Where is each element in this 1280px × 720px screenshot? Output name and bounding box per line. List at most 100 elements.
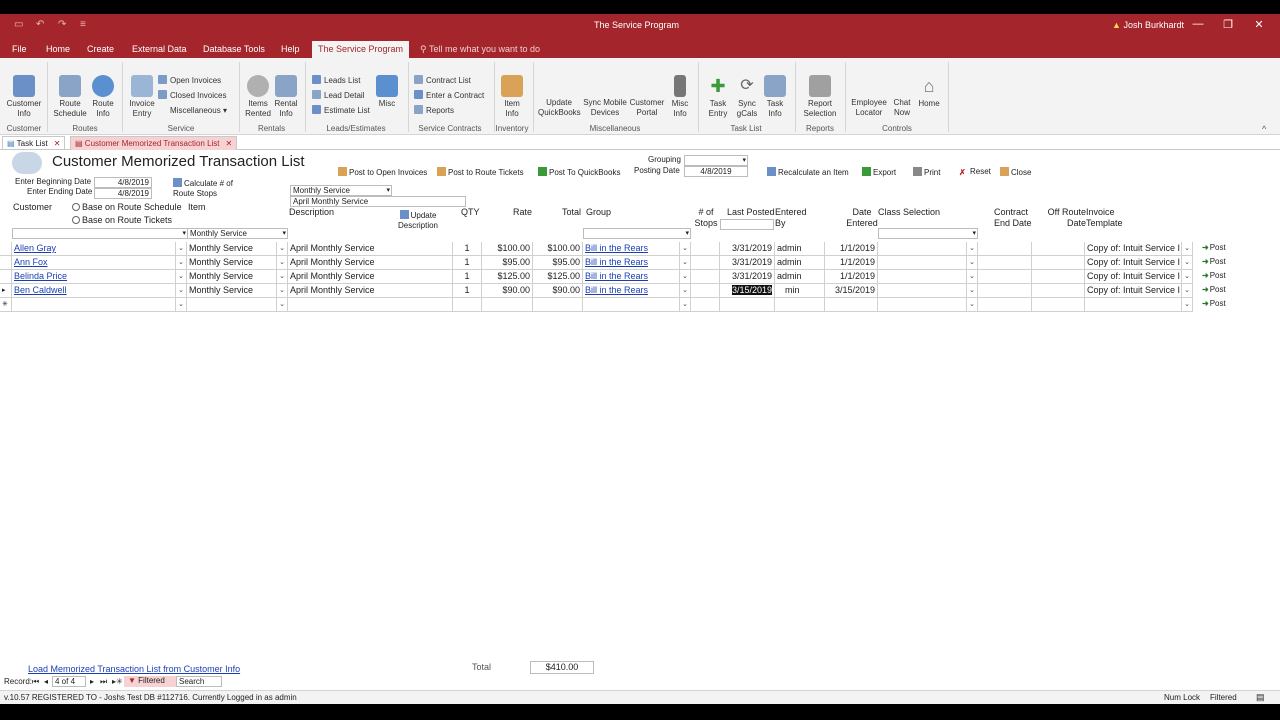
tell-me-search[interactable]: ⚲ Tell me what you want to do [420,44,540,55]
recalculate-button[interactable]: Recalculate an Item [767,167,849,177]
close-tab-icon[interactable]: ✕ [54,139,61,148]
new-description-cell[interactable] [288,298,453,312]
chevron-down-icon[interactable]: ⌄ [680,242,691,256]
open-invoices-button[interactable]: Open Invoices [158,74,221,87]
record-position-field[interactable]: 4 of 4 [52,676,86,687]
class-cell[interactable] [878,242,967,256]
chevron-down-icon[interactable]: ⌄ [967,256,978,270]
rate-cell[interactable]: $125.00 [482,270,533,284]
base-route-schedule-radio[interactable]: Base on Route Schedule [72,202,182,212]
new-qty-cell[interactable] [453,298,482,312]
new-record-icon[interactable]: ▸✳ [112,677,123,686]
row-post-button[interactable]: ➜Post [1202,257,1226,266]
closed-invoices-button[interactable]: Closed Invoices [158,89,226,102]
last-posted-cell[interactable]: 3/15/2019 [720,284,775,298]
next-record-icon[interactable]: ▸ [90,677,94,686]
class-filter[interactable]: ▾ [878,228,978,239]
route-schedule-button[interactable]: Route Schedule [52,75,88,119]
new-contract-end-cell[interactable] [978,298,1032,312]
tab-help[interactable]: Help [275,41,306,58]
item-info-button[interactable]: Item Info [498,75,526,119]
chevron-down-icon[interactable]: ⌄ [967,284,978,298]
post-route-tickets-button[interactable]: Post to Route Tickets [437,167,524,177]
customer-link[interactable]: Ben Caldwell [14,285,67,295]
chevron-down-icon[interactable]: ⌄ [967,270,978,284]
class-cell[interactable] [878,284,967,298]
class-cell[interactable] [878,256,967,270]
invoice-template-cell[interactable]: Copy of: Intuit Service I [1085,256,1182,270]
export-button[interactable]: Export [862,167,896,177]
chevron-down-icon[interactable]: ⌄ [176,298,187,312]
group-link[interactable]: Bill in the Rears [585,271,648,281]
post-open-invoices-button[interactable]: Post to Open Invoices [338,167,427,177]
lead-detail-button[interactable]: Lead Detail [312,89,364,102]
ending-date-field[interactable]: 4/8/2019 [94,188,152,199]
print-button[interactable]: Print [913,167,940,177]
close-tab-icon[interactable]: ✕ [226,139,233,148]
contract-list-button[interactable]: Contract List [414,74,471,87]
miscellaneous-dropdown[interactable]: Miscellaneous ▾ [170,104,227,117]
task-info-button[interactable]: Task Info [762,75,788,119]
items-rented-button[interactable]: Items Rented [243,75,273,119]
description-filter-field[interactable]: April Monthly Service [290,196,466,207]
misc-leads-button[interactable]: Misc [374,75,400,109]
class-cell[interactable] [878,270,967,284]
task-entry-button[interactable]: ✚ Task Entry [704,75,732,119]
tab-create[interactable]: Create [81,41,120,58]
item-cell[interactable]: Monthly Service [187,270,277,284]
user-name[interactable]: ▲ Josh Burkhardt [1112,20,1184,30]
qty-cell[interactable]: 1 [453,242,482,256]
estimate-list-button[interactable]: Estimate List [312,104,370,117]
last-record-icon[interactable]: ⏭ [100,677,107,687]
update-quickbooks-button[interactable]: Update QuickBooks [538,98,581,118]
minimize-button[interactable]: — [1188,18,1208,30]
off-route-cell[interactable] [1032,284,1085,298]
contract-end-cell[interactable] [978,270,1032,284]
group-link[interactable]: Bill in the Rears [585,257,648,267]
rate-cell[interactable]: $90.00 [482,284,533,298]
invoice-template-cell[interactable]: Copy of: Intuit Service I [1085,270,1182,284]
record-selector[interactable] [0,270,12,284]
record-selector[interactable]: ▸ [0,284,12,298]
group-link[interactable]: Bill in the Rears [585,285,648,295]
item-cell[interactable]: Monthly Service [187,242,277,256]
tab-file[interactable]: File [6,41,33,58]
row-post-button[interactable]: ➜Post [1202,271,1226,280]
report-selection-button[interactable]: Report Selection [800,75,840,119]
chevron-down-icon[interactable]: ⌄ [680,284,691,298]
description-cell[interactable]: April Monthly Service [288,256,453,270]
off-route-cell[interactable] [1032,256,1085,270]
last-posted-cell[interactable]: 3/31/2019 [720,270,775,284]
rate-cell[interactable]: $95.00 [482,256,533,270]
chat-now-button[interactable]: Chat Now [890,98,914,118]
chevron-down-icon[interactable]: ⌄ [680,298,691,312]
beginning-date-field[interactable]: 4/8/2019 [94,177,152,188]
customer-link[interactable]: Ann Fox [14,257,48,267]
new-item-cell[interactable] [187,298,277,312]
tab-the-service-program[interactable]: The Service Program [312,41,410,58]
chevron-down-icon[interactable]: ⌄ [277,284,288,298]
invoice-template-cell[interactable]: Copy of: Intuit Service I [1085,284,1182,298]
item-cell[interactable]: Monthly Service [187,284,277,298]
filtered-toggle[interactable]: ▼ Filtered [124,676,177,687]
leads-list-button[interactable]: Leads List [312,74,360,87]
contract-end-cell[interactable] [978,242,1032,256]
item-column-filter[interactable]: Monthly Service ▾ [187,228,288,239]
item-cell[interactable]: Monthly Service [187,256,277,270]
rate-cell[interactable]: $100.00 [482,242,533,256]
collapse-ribbon-icon[interactable]: ^ [1262,124,1266,134]
close-window-button[interactable]: ✕ [1249,18,1269,31]
chevron-down-icon[interactable]: ⌄ [967,298,978,312]
invoice-template-cell[interactable]: Copy of: Intuit Service I [1085,242,1182,256]
qty-cell[interactable]: 1 [453,270,482,284]
last-posted-cell[interactable]: 3/31/2019 [720,242,775,256]
customer-link[interactable]: Belinda Price [14,271,67,281]
item-filter-select[interactable]: Monthly Service ▾ [290,185,392,196]
base-route-tickets-radio[interactable]: Base on Route Tickets [72,215,172,225]
enter-contract-button[interactable]: Enter a Contract [414,89,484,102]
tab-home[interactable]: Home [40,41,76,58]
chevron-down-icon[interactable]: ⌄ [1182,298,1193,312]
maximize-button[interactable]: ❐ [1218,18,1238,31]
post-quickbooks-button[interactable]: Post To QuickBooks [538,167,620,177]
previous-record-icon[interactable]: ◂ [44,677,48,686]
